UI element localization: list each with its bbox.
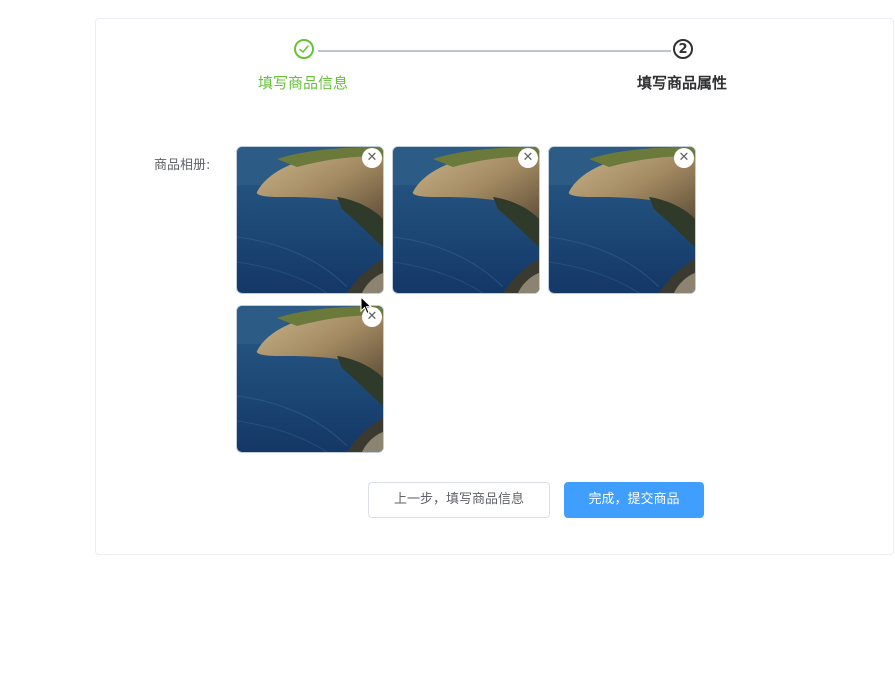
album-label: 商品相册:	[154, 158, 211, 173]
steps-connector-line	[318, 50, 671, 52]
mouse-cursor-icon	[360, 296, 373, 315]
step-1-status-icon	[294, 39, 314, 59]
remove-image-2-icon[interactable]: ✕	[518, 148, 538, 168]
image-thumbnail	[549, 147, 695, 293]
check-icon	[299, 45, 309, 53]
album-image-3[interactable]: ✕	[548, 146, 696, 294]
prev-step-button[interactable]: 上一步，填写商品信息	[368, 482, 550, 518]
album-image-1[interactable]: ✕	[236, 146, 384, 294]
album-image-4[interactable]: ✕	[236, 305, 384, 453]
image-thumbnail	[237, 306, 383, 452]
image-thumbnail	[393, 147, 539, 293]
step-2-number-icon: 2	[673, 39, 693, 59]
step-1-title: 填写商品信息	[258, 74, 349, 92]
image-thumbnail	[237, 147, 383, 293]
album-image-2[interactable]: ✕	[392, 146, 540, 294]
finish-submit-button[interactable]: 完成，提交商品	[564, 482, 704, 518]
step-2-title: 填写商品属性	[637, 74, 728, 92]
remove-image-3-icon[interactable]: ✕	[674, 148, 694, 168]
remove-image-1-icon[interactable]: ✕	[362, 148, 382, 168]
